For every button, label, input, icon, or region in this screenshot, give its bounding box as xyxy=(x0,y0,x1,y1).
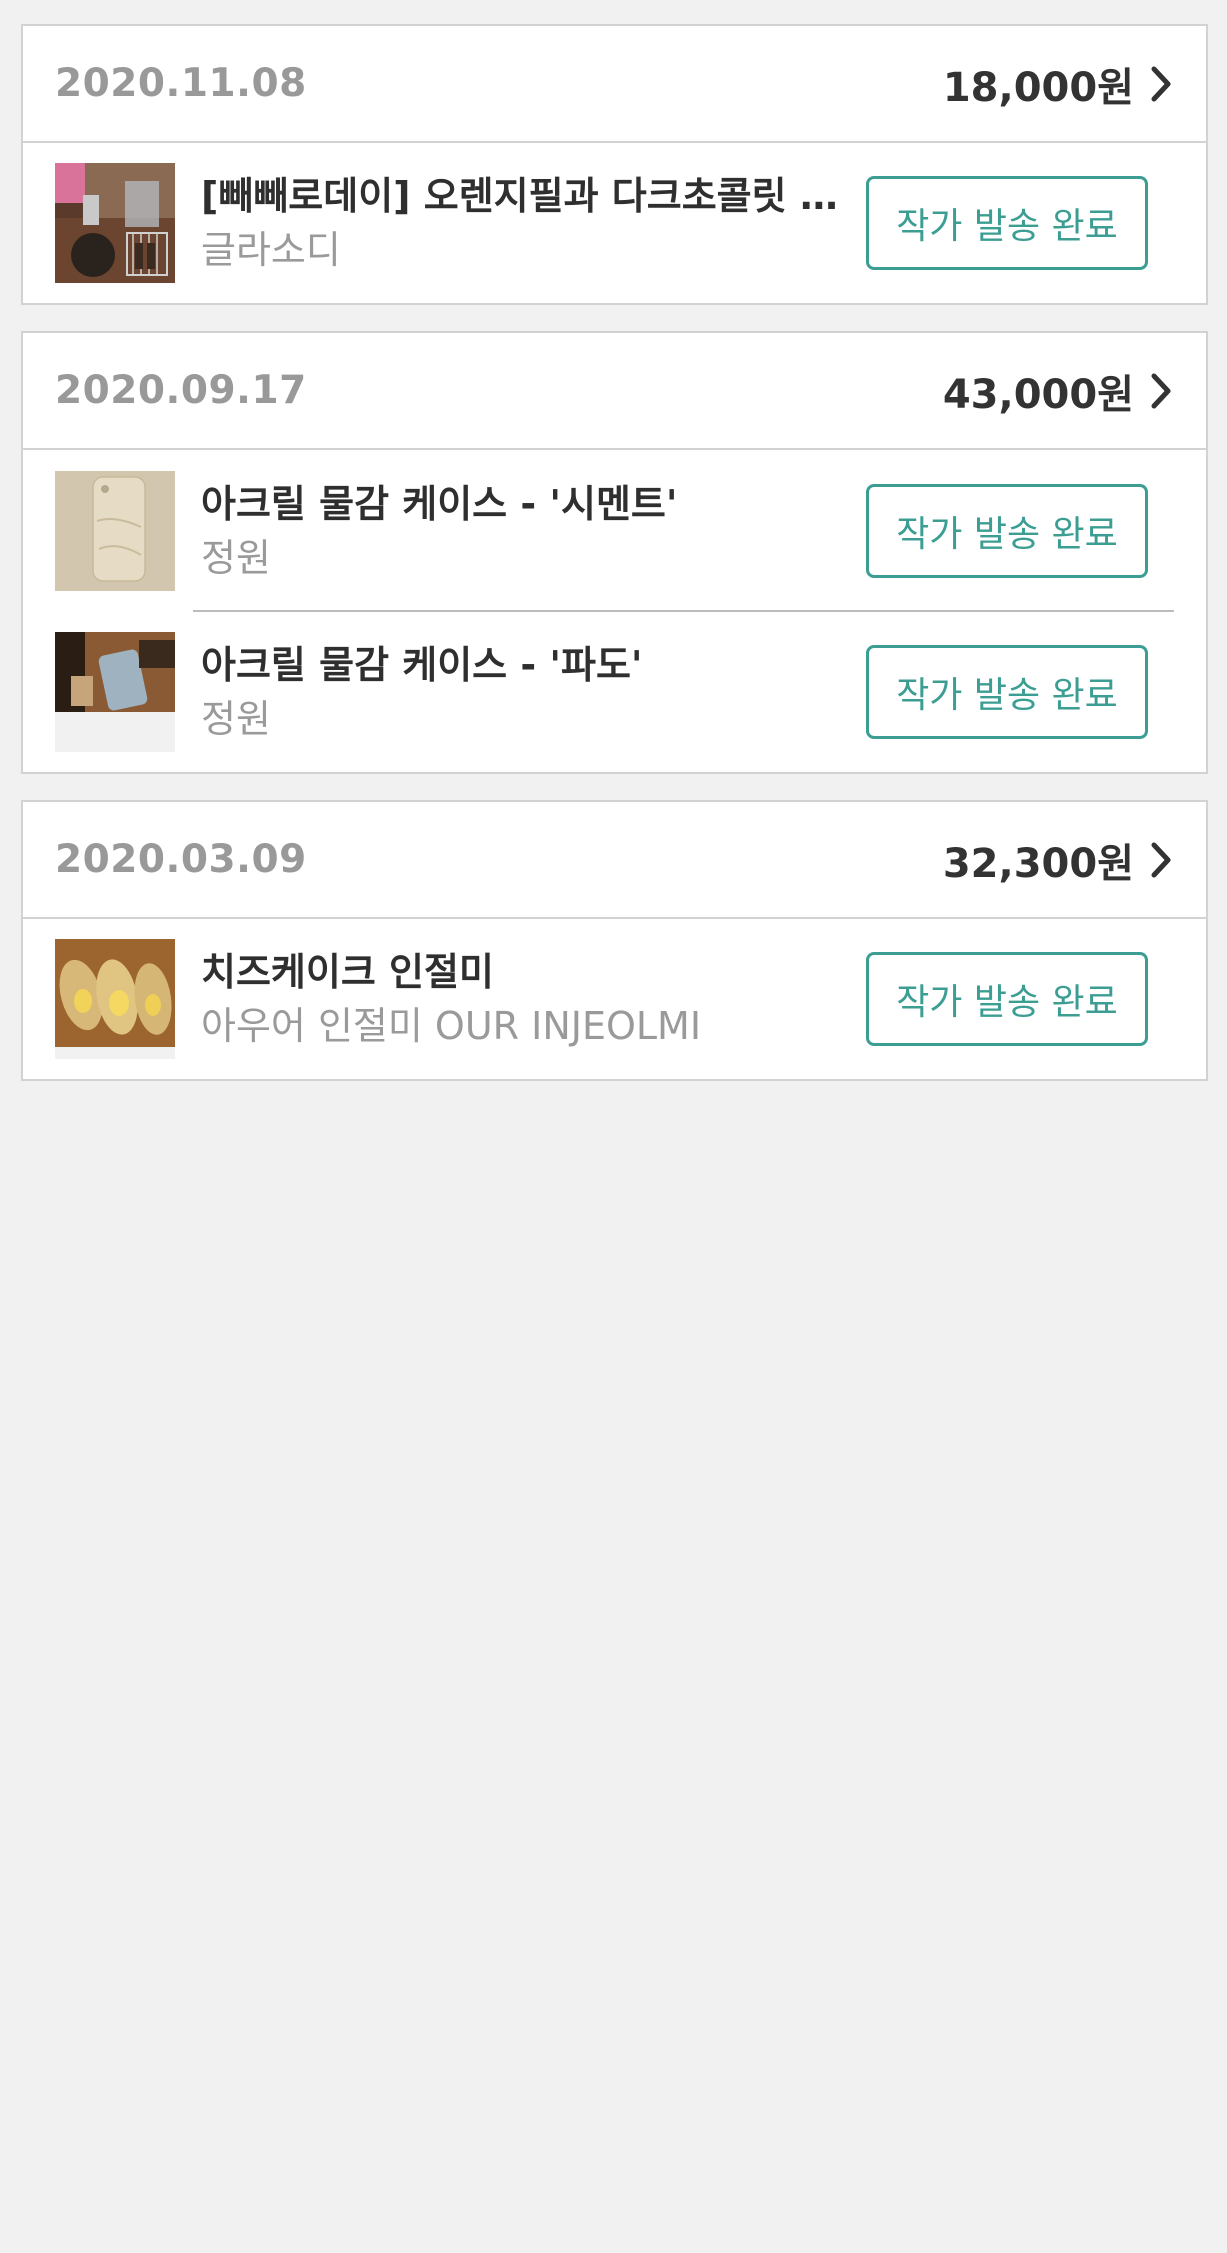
item-text: 아크릴 물감 케이스 - '파도' 정원 xyxy=(201,638,841,746)
shipping-status-button[interactable]: 작가 발송 완료 xyxy=(866,484,1148,578)
order-header[interactable]: 2020.09.17 43,000원 xyxy=(23,333,1206,450)
order-header[interactable]: 2020.11.08 18,000원 xyxy=(23,26,1206,143)
order-date: 2020.11.08 xyxy=(55,61,307,106)
order-card: 2020.11.08 18,000원 [빼빼로데이] 오렌지필과 다크초콜릿 스… xyxy=(21,24,1208,305)
order-total-group: 32,300원 xyxy=(943,831,1176,889)
product-thumbnail[interactable] xyxy=(55,939,175,1059)
order-total: 18,000원 xyxy=(942,64,1134,111)
list-item[interactable]: 아크릴 물감 케이스 - '시멘트' 정원 작가 발송 완료 xyxy=(23,450,1206,612)
item-artist[interactable]: 정원 xyxy=(201,692,841,746)
order-date: 2020.03.09 xyxy=(55,837,307,882)
order-items: 아크릴 물감 케이스 - '시멘트' 정원 작가 발송 완료 아크릴 물감 케이… xyxy=(23,450,1206,772)
chevron-right-icon xyxy=(1146,371,1176,411)
order-items: [빼빼로데이] 오렌지필과 다크초콜릿 스콘 글라소디 작가 발송 완료 xyxy=(23,143,1206,303)
shipping-status-button[interactable]: 작가 발송 완료 xyxy=(866,645,1148,739)
item-artist[interactable]: 아우어 인절미 OUR INJEOLMI xyxy=(201,999,841,1053)
product-thumbnail[interactable] xyxy=(55,163,175,283)
chevron-right-icon xyxy=(1146,840,1176,880)
order-items: 치즈케이크 인절미 아우어 인절미 OUR INJEOLMI 작가 발송 완료 xyxy=(23,919,1206,1079)
order-date: 2020.09.17 xyxy=(55,368,307,413)
item-text: 아크릴 물감 케이스 - '시멘트' 정원 xyxy=(201,477,841,585)
list-item[interactable]: 치즈케이크 인절미 아우어 인절미 OUR INJEOLMI 작가 발송 완료 xyxy=(23,919,1206,1079)
item-text: [빼빼로데이] 오렌지필과 다크초콜릿 스콘 글라소디 xyxy=(201,169,841,277)
order-header[interactable]: 2020.03.09 32,300원 xyxy=(23,802,1206,919)
order-total: 43,000원 xyxy=(942,371,1134,418)
product-thumbnail[interactable] xyxy=(55,471,175,591)
order-card: 2020.03.09 32,300원 치즈케이크 인절미 아우어 인절미 OUR… xyxy=(21,800,1208,1081)
list-item[interactable]: 아크릴 물감 케이스 - '파도' 정원 작가 발송 완료 xyxy=(23,612,1206,772)
product-thumbnail[interactable] xyxy=(55,632,175,752)
order-total: 32,300원 xyxy=(942,840,1134,887)
chevron-right-icon xyxy=(1146,64,1176,104)
order-list: 2020.11.08 18,000원 [빼빼로데이] 오렌지필과 다크초콜릿 스… xyxy=(21,24,1208,1107)
item-text: 치즈케이크 인절미 아우어 인절미 OUR INJEOLMI xyxy=(201,945,841,1053)
shipping-status-button[interactable]: 작가 발송 완료 xyxy=(866,176,1148,270)
item-title[interactable]: 치즈케이크 인절미 xyxy=(201,945,841,999)
list-item[interactable]: [빼빼로데이] 오렌지필과 다크초콜릿 스콘 글라소디 작가 발송 완료 xyxy=(23,143,1206,303)
order-card: 2020.09.17 43,000원 아크릴 물감 케이스 - '시멘트' 정원… xyxy=(21,331,1208,774)
order-total-group: 18,000원 xyxy=(943,55,1176,113)
shipping-status-button[interactable]: 작가 발송 완료 xyxy=(866,952,1148,1046)
item-title[interactable]: 아크릴 물감 케이스 - '시멘트' xyxy=(201,477,841,531)
item-artist[interactable]: 정원 xyxy=(201,531,841,585)
item-title[interactable]: 아크릴 물감 케이스 - '파도' xyxy=(201,638,841,692)
order-total-group: 43,000원 xyxy=(943,362,1176,420)
item-title[interactable]: [빼빼로데이] 오렌지필과 다크초콜릿 스콘 xyxy=(201,169,841,223)
item-artist[interactable]: 글라소디 xyxy=(201,223,841,277)
